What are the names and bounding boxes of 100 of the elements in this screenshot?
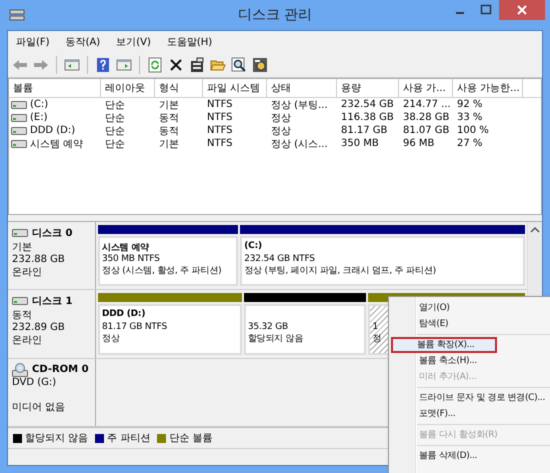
partition-detail: 1 (372, 322, 378, 332)
table-cell-text: NTFS (206, 99, 234, 110)
partition-detail: 정상 (102, 334, 120, 344)
disk-detail: 온라인 (12, 266, 43, 279)
table-cell-text: 350 MB (340, 138, 380, 149)
partition-block[interactable]: 35.32 GB 할당되지 않음 (244, 304, 366, 355)
search-icon[interactable] (231, 57, 247, 73)
partition-title: 시스템 예약 (102, 242, 149, 254)
pane-icon[interactable] (116, 57, 132, 73)
disk-drive-icon (9, 8, 25, 22)
menu-item[interactable]: 탐색(E) (391, 316, 550, 332)
cd-drive-icon (12, 362, 28, 377)
menu-item[interactable]: 포맷(F)... (391, 406, 550, 422)
drive-icon (11, 126, 27, 134)
table-cell-text: 단순 (104, 138, 126, 150)
partition-title: (C:) (244, 241, 262, 253)
partition-block[interactable]: 시스템 예약 350 MB NTFS 정상 (시스템, 활성, 주 파티션) (98, 236, 238, 286)
menu-item[interactable]: 볼륨 확장(X)... (391, 337, 497, 353)
column-header[interactable]: 파일 시스템 (203, 79, 267, 97)
help-icon[interactable] (95, 57, 111, 73)
disk-drive-icon (12, 297, 28, 306)
table-cell-text: 단순 (104, 98, 126, 112)
menu-item[interactable]: 보기(V) (116, 35, 151, 49)
table-cell-text: 33 % (456, 112, 484, 123)
table-cell-text: 기본 (158, 98, 180, 112)
menu-item[interactable]: 볼륨 축소(H)... (391, 353, 550, 369)
settings-icon[interactable] (252, 57, 268, 73)
column-header[interactable]: 상태 (267, 79, 337, 97)
partition-detail: 정 (372, 334, 382, 344)
disk-detail: 미디어 없음 (12, 400, 66, 414)
partition-detail: 35.32 GB (248, 322, 288, 332)
disk-name: CD-ROM 0 (32, 364, 89, 376)
legend-label: 단순 볼륨 (169, 432, 213, 445)
table-cell-text: 116.38 GB (340, 112, 395, 123)
table-cell-text: 92 % (456, 99, 484, 110)
drive-icon (11, 100, 27, 108)
table-cell-text: 동적 (158, 124, 180, 138)
table-cell-text: 96 MB (402, 138, 436, 149)
partition-title: DDD (D:) (102, 309, 146, 322)
table-cell-text: 정상 (부팅... (270, 98, 329, 112)
menu-item[interactable]: 파일(F) (16, 35, 50, 49)
column-header[interactable]: 볼륨 (9, 79, 101, 97)
disk-name: 디스크 0 (32, 227, 72, 240)
menu-item[interactable]: 도움말(H) (166, 35, 212, 49)
table-cell-text: 81.07 GB (402, 125, 450, 136)
table-cell-text: 27 % (456, 138, 484, 149)
table-cell-text: 정상 (270, 124, 292, 138)
menu-item[interactable]: 볼륨 삭제(D)... (391, 448, 550, 464)
disk-detail: 기본 (12, 241, 33, 254)
table-cell: (C:) (30, 99, 48, 110)
table-cell-text: 정상 (시스... (270, 138, 329, 150)
disk-detail: DVD (G:) (12, 376, 58, 388)
table-cell-text: 232.54 GB (340, 99, 395, 110)
partition-detail: 정상 (시스템, 활성, 주 파티션) (102, 266, 222, 276)
table-cell-text: 정상 (270, 112, 292, 124)
table-cell-text: NTFS (206, 125, 234, 136)
close-button[interactable] (499, 0, 545, 20)
menu-item[interactable]: 동작(A) (66, 35, 100, 49)
partition-block[interactable]: DDD (D:) 81.17 GB NTFS 정상 (98, 304, 242, 355)
menu-item[interactable]: 드라이브 문자 및 경로 변경(C)... (391, 390, 550, 406)
table-cell-text: 기본 (158, 138, 180, 150)
legend-label: 주 파티션 (107, 432, 150, 445)
table-cell-text: NTFS (206, 112, 234, 123)
disk-name: 디스크 1 (32, 295, 72, 308)
delete-icon[interactable] (168, 57, 184, 73)
table-cell: DDD (D:) (30, 125, 76, 136)
table-cell-text: 단순 (104, 124, 126, 138)
table-cell-text: NTFS (206, 138, 234, 149)
disk-detail: 온라인 (12, 334, 43, 348)
table-cell: (E:) (30, 112, 48, 123)
properties-icon[interactable] (189, 57, 205, 73)
disk-drive-icon (12, 229, 28, 237)
partition-detail: 81.17 GB NTFS (102, 322, 167, 332)
partition-detail: 350 MB NTFS (102, 254, 160, 264)
disk-detail: 232.89 GB (12, 322, 66, 334)
partition-block[interactable]: (C:) 232.54 GB NTFS 정상 (부팅, 페이지 파일, 크래시 덤프, 주 파티션) (240, 236, 525, 286)
column-header[interactable]: 사용 가능한... (453, 79, 523, 97)
disk-detail: 동적 (12, 309, 33, 322)
partition-detail: 정상 (부팅, 페이지 파일, 크래시 덤프, 주 파티션) (244, 266, 436, 276)
disk-detail: 232.88 GB (12, 254, 66, 265)
table-cell-text: 38.28 GB (402, 112, 450, 123)
partition-detail: 할당되지 않음 (248, 334, 304, 344)
partition-detail: 232.54 GB NTFS (244, 254, 315, 264)
table-cell-text: 214.77 ... (402, 99, 452, 110)
drive-icon (11, 140, 27, 148)
table-cell-text: 단순 (104, 112, 126, 124)
column-header[interactable]: 형식 (155, 79, 203, 97)
column-header[interactable]: 사용 가... (399, 79, 453, 97)
scroll-up-icon[interactable] (530, 226, 540, 234)
menu-item[interactable]: 열기(O) (391, 300, 550, 316)
window-title: 디스크 관리 (238, 6, 312, 24)
drive-icon (11, 114, 27, 122)
pane-icon[interactable] (64, 57, 80, 73)
table-cell-text: 시스템 예약 (30, 138, 84, 150)
refresh-icon[interactable] (147, 57, 163, 73)
table-cell-text: 동적 (158, 112, 180, 124)
table-cell-text: 100 % (456, 125, 490, 136)
column-header[interactable]: 레이아웃 (101, 79, 155, 97)
column-header[interactable]: 용량 (337, 79, 399, 97)
legend-label: 할당되지 않음 (25, 432, 88, 445)
